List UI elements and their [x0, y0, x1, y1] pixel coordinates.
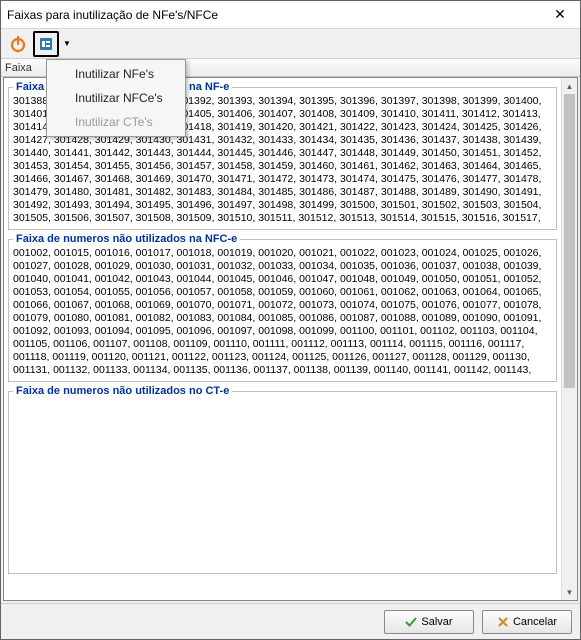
inutilizar-dropdown-button[interactable]: [33, 31, 59, 57]
save-button[interactable]: Salvar: [384, 610, 474, 634]
content-area: Faixa de numeros não utilizados na NF-e …: [3, 77, 578, 601]
legend-cte: Faixa de numeros não utilizados no CT-e: [13, 385, 232, 397]
chevron-down-icon[interactable]: ▼: [61, 39, 73, 48]
power-icon: [9, 35, 27, 53]
footer: Salvar Cancelar: [1, 603, 580, 639]
main-window: Faixas para inutilização de NFe's/NFCe ✕…: [0, 0, 581, 640]
check-icon: [405, 616, 417, 628]
cancel-icon: [497, 616, 509, 628]
section-nfce: Faixa de numeros não utilizados na NFC-e…: [8, 233, 557, 382]
cancel-label: Cancelar: [513, 616, 557, 628]
toolbar: ▼: [1, 29, 580, 59]
numbers-nfce: 001002, 001015, 001016, 001017, 001018, …: [13, 247, 552, 377]
doc-icon: [37, 35, 55, 53]
numbers-cte: [13, 399, 552, 569]
menu-inutilizar-cte: Inutilizar CTe's: [49, 110, 183, 134]
inutilizar-menu: Inutilizar NFe's Inutilizar NFCe's Inuti…: [46, 59, 186, 137]
menu-inutilizar-nfce[interactable]: Inutilizar NFCe's: [49, 86, 183, 110]
col-faixa[interactable]: Faixa: [5, 62, 32, 74]
cancel-button[interactable]: Cancelar: [482, 610, 572, 634]
menu-inutilizar-nfe[interactable]: Inutilizar NFe's: [49, 62, 183, 86]
titlebar: Faixas para inutilização de NFe's/NFCe ✕: [1, 1, 580, 29]
close-button[interactable]: ✕: [540, 1, 580, 29]
power-button[interactable]: [5, 31, 31, 57]
section-cte: Faixa de numeros não utilizados no CT-e: [8, 385, 557, 574]
scroll-up-icon[interactable]: ▲: [562, 78, 577, 94]
legend-nfce: Faixa de numeros não utilizados na NFC-e: [13, 233, 240, 245]
vertical-scrollbar[interactable]: ▲ ▼: [561, 78, 577, 600]
save-label: Salvar: [421, 616, 452, 628]
window-title: Faixas para inutilização de NFe's/NFCe: [7, 8, 540, 22]
scroll-thumb[interactable]: [564, 94, 575, 388]
scroll-down-icon[interactable]: ▼: [562, 584, 577, 600]
